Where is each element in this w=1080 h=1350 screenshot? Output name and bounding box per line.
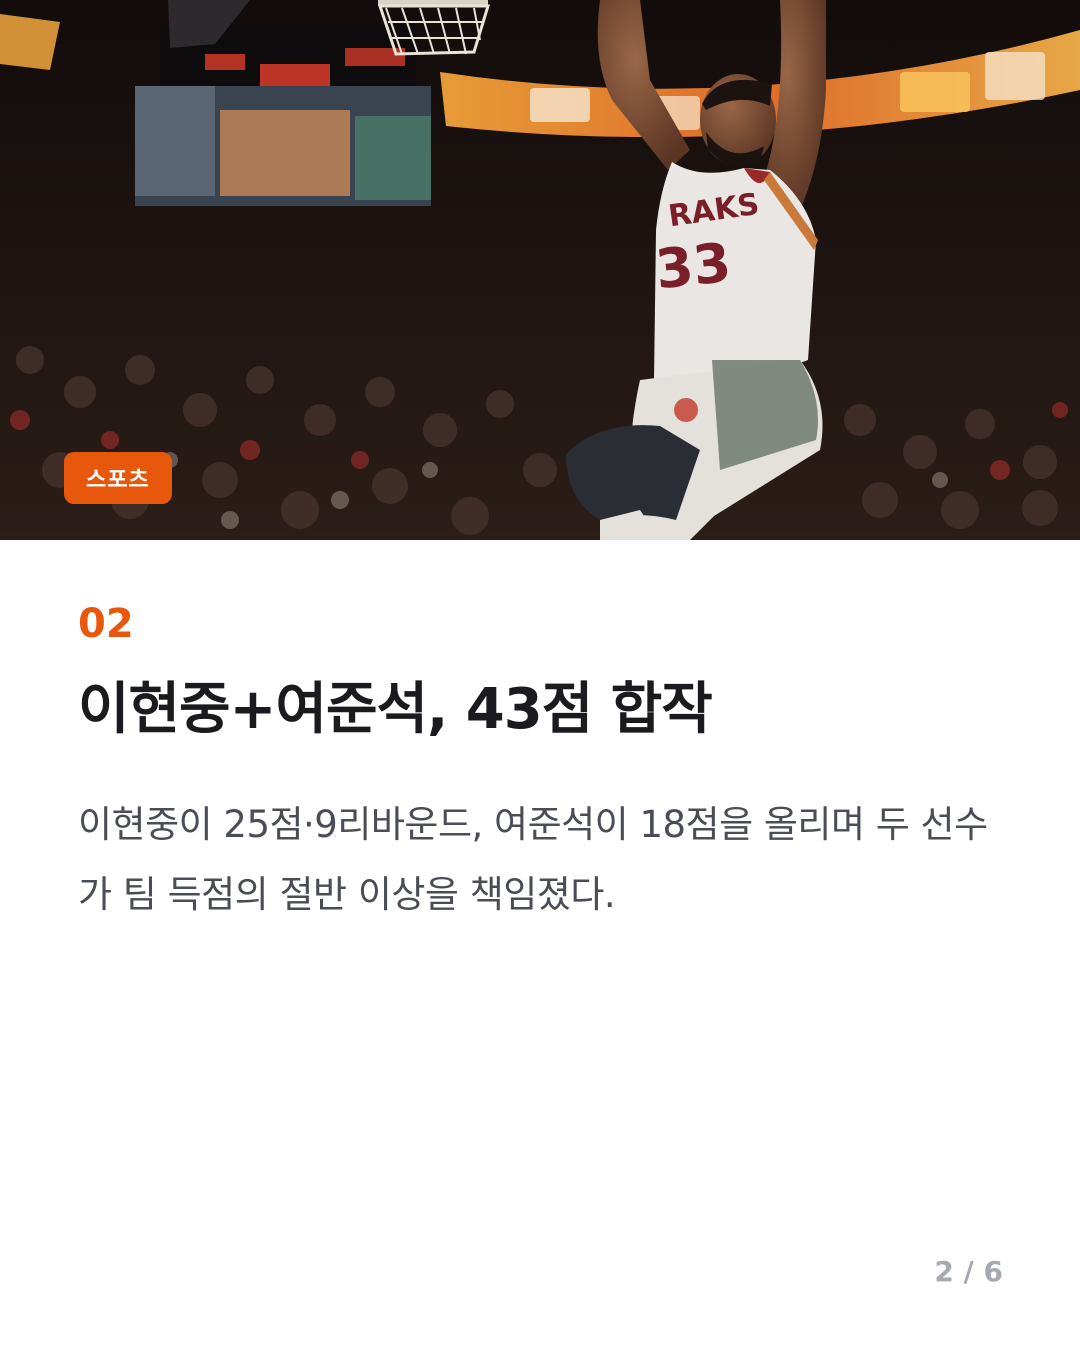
page-indicator: 2 / 6 (934, 1255, 1003, 1288)
category-badge: 스포츠 (64, 452, 172, 504)
article-content: 02 이현중+여준석, 43점 합작 이현중이 25점·9리바운드, 여준석이 … (78, 598, 1008, 930)
article-index: 02 (78, 601, 134, 647)
svg-text:33: 33 (653, 231, 734, 302)
article-body: 이현중이 25점·9리바운드, 여준석이 18점을 올리며 두 선수가 팀 득점… (78, 803, 988, 916)
article-headline: 이현중+여준석, 43점 합작 (78, 677, 713, 742)
hero-image: RAKS 33 스포츠 (0, 0, 1080, 540)
